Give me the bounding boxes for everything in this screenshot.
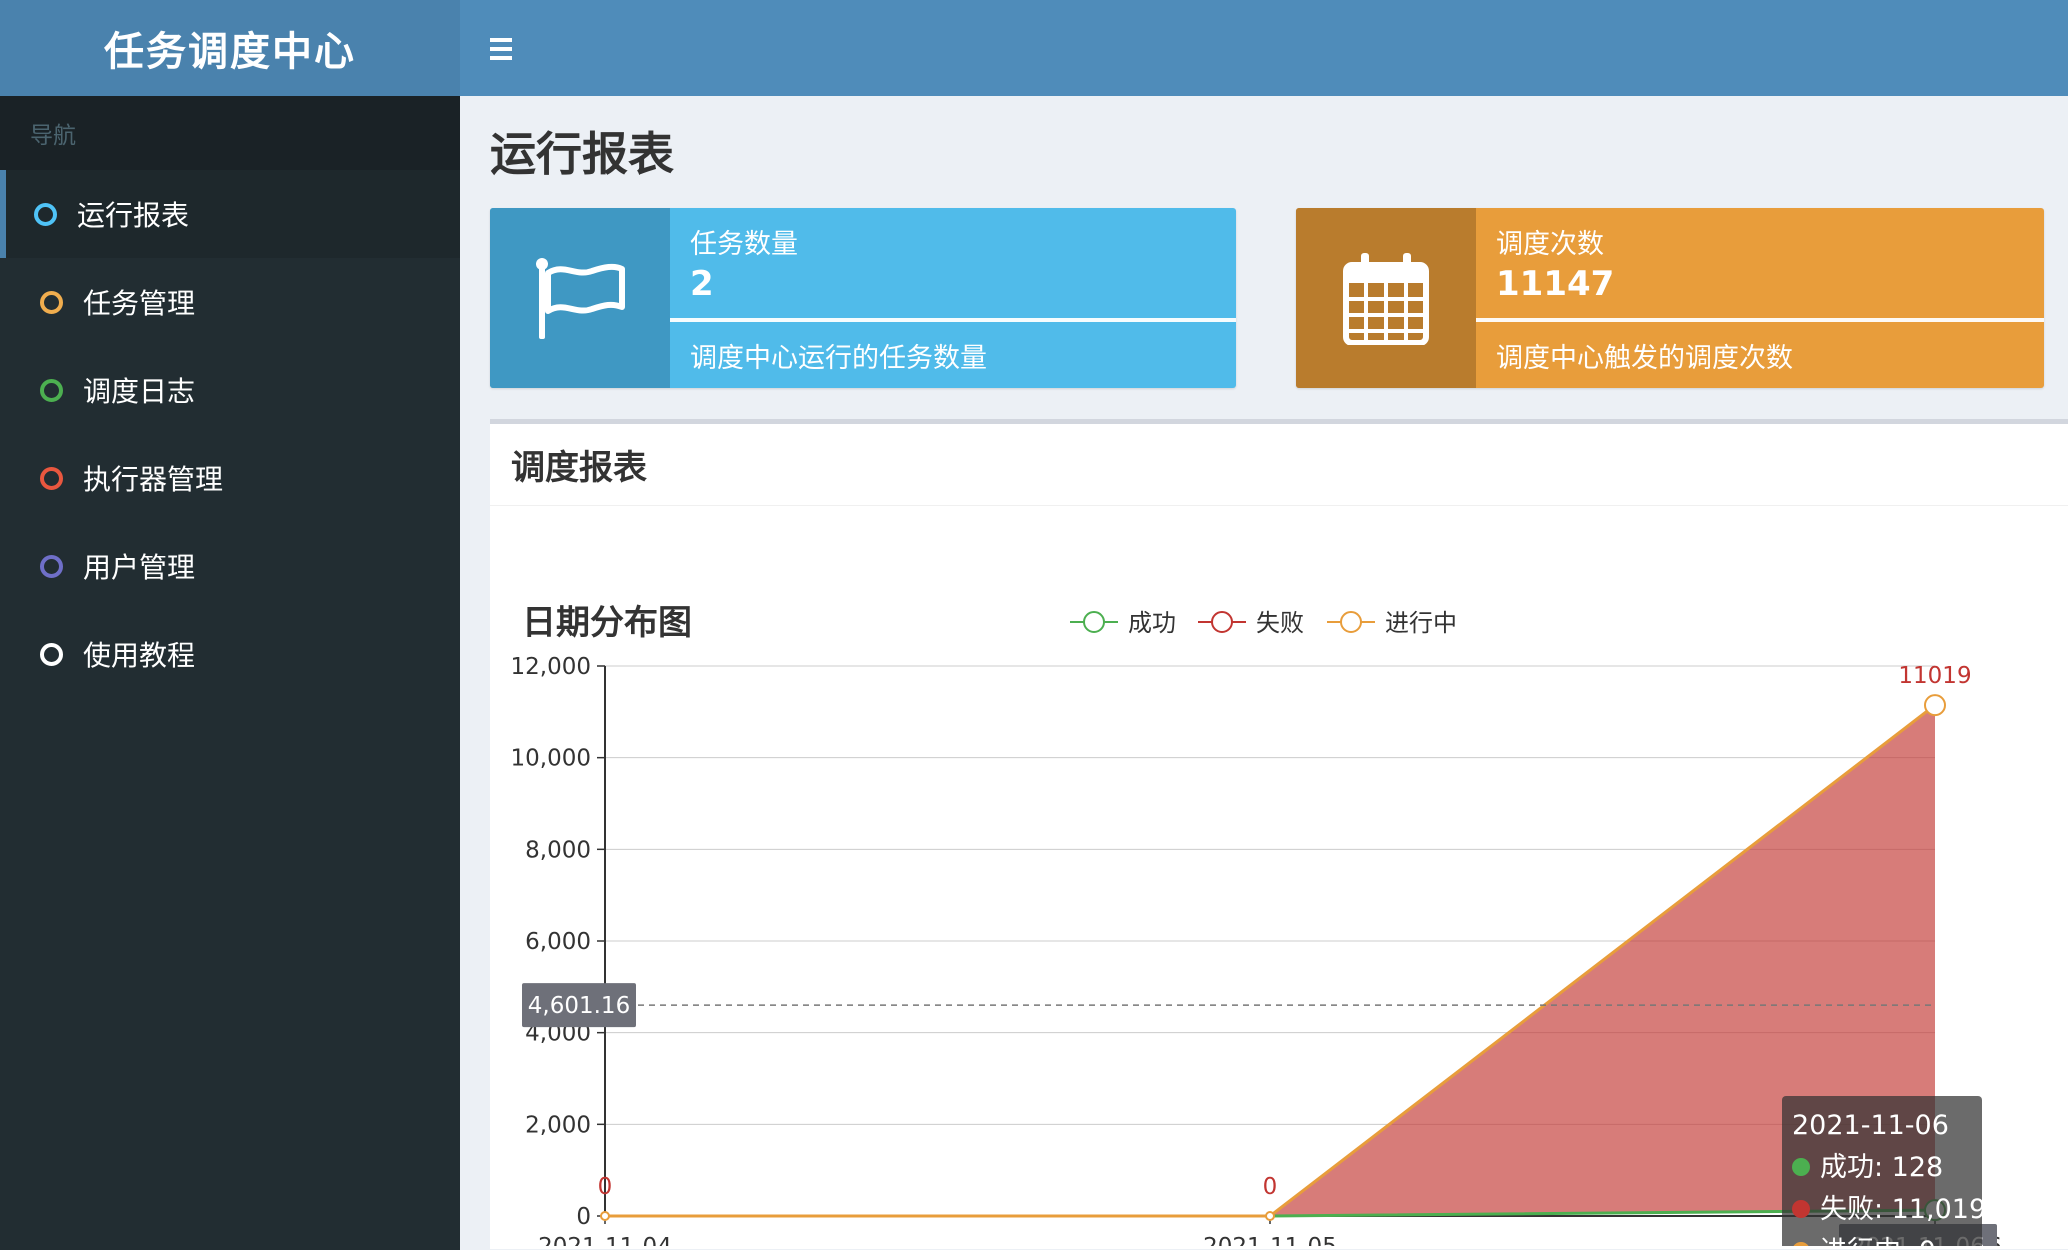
tooltip-row: 失败: 11,019 bbox=[1820, 1194, 1986, 1225]
circle-icon bbox=[40, 378, 63, 402]
sidebar: 任务调度中心 导航 运行报表任务管理调度日志执行器管理用户管理使用教程 bbox=[0, 0, 460, 1250]
legend-label: 进行中 bbox=[1385, 609, 1457, 637]
legend-label: 成功 bbox=[1128, 609, 1176, 637]
sidebar-item[interactable]: 任务管理 bbox=[0, 258, 460, 346]
nav-header: 导航 bbox=[0, 96, 460, 170]
x-tick-label: 2021-11-05 bbox=[1203, 1234, 1337, 1246]
card-value: 2 bbox=[690, 264, 714, 304]
sidebar-item-label: 用户管理 bbox=[83, 551, 196, 584]
sidebar-item[interactable]: 执行器管理 bbox=[0, 434, 460, 522]
axis-pointer-y-label: 4,601.16 bbox=[528, 993, 630, 1019]
sidebar-item-label: 调度日志 bbox=[83, 375, 196, 408]
card-value: 11147 bbox=[1496, 264, 1615, 304]
data-point bbox=[1265, 1211, 1275, 1221]
circle-icon bbox=[40, 554, 63, 578]
y-tick-label: 10,000 bbox=[511, 746, 591, 772]
sidebar-item[interactable]: 调度日志 bbox=[0, 346, 460, 434]
sidebar-item[interactable]: 使用教程 bbox=[0, 610, 460, 698]
sidebar-item[interactable]: 运行报表 bbox=[0, 170, 460, 258]
card-label: 调度次数 bbox=[1496, 229, 1604, 260]
circle-icon bbox=[34, 202, 57, 226]
data-point bbox=[1924, 694, 1946, 717]
tooltip-row: 成功: 128 bbox=[1820, 1152, 1943, 1183]
legend-label: 失败 bbox=[1256, 609, 1304, 637]
progress-bar bbox=[1476, 318, 2044, 322]
y-tick-label: 2,000 bbox=[525, 1112, 591, 1138]
page-title: 运行报表 bbox=[490, 127, 674, 181]
flag-icon bbox=[490, 208, 670, 388]
menu-toggle-icon[interactable] bbox=[490, 28, 532, 70]
panel-title: 调度报表 bbox=[490, 424, 2068, 506]
sidebar-item-label: 使用教程 bbox=[83, 639, 196, 672]
card-label: 任务数量 bbox=[690, 229, 798, 260]
app-logo-title[interactable]: 任务调度中心 bbox=[0, 0, 460, 96]
chart-title: 日期分布图 bbox=[522, 603, 692, 643]
report-panel: 调度报表 日期分布图 成功 失败 进行中 0 2,000 4,000 6,000 8,000 10… bbox=[490, 419, 2068, 1250]
circle-icon bbox=[40, 466, 63, 490]
data-label: 0 bbox=[1263, 1174, 1278, 1200]
topbar bbox=[460, 0, 2068, 96]
tooltip-row: 进行中: 0 bbox=[1820, 1236, 1936, 1246]
tooltip-marker bbox=[1792, 1200, 1810, 1218]
nav-list: 运行报表任务管理调度日志执行器管理用户管理使用教程 bbox=[0, 170, 460, 698]
sidebar-item-label: 运行报表 bbox=[77, 199, 190, 232]
sidebar-item-label: 任务管理 bbox=[83, 287, 196, 320]
legend-item[interactable]: 失败 bbox=[1198, 609, 1304, 637]
tooltip-title: 2021-11-06 bbox=[1792, 1110, 1949, 1141]
main-content: 运行报表 任务数量 2 调度中心运行的任务数量 调度次数 11147 调度中心触… bbox=[460, 96, 2068, 1250]
legend-item[interactable]: 成功 bbox=[1070, 609, 1176, 637]
tooltip-marker bbox=[1792, 1158, 1810, 1176]
progress-bar bbox=[670, 318, 1236, 322]
trigger-count-card: 调度次数 11147 调度中心触发的调度次数 bbox=[1296, 208, 2044, 388]
card-description: 调度中心运行的任务数量 bbox=[690, 343, 987, 374]
legend-item[interactable]: 进行中 bbox=[1327, 609, 1457, 637]
y-tick-label: 0 bbox=[576, 1204, 591, 1230]
card-description: 调度中心触发的调度次数 bbox=[1496, 343, 1793, 374]
data-point bbox=[600, 1211, 610, 1221]
date-distribution-chart[interactable]: 日期分布图 成功 失败 进行中02,0004,0006,0008,00010,0001… bbox=[490, 506, 2068, 1250]
data-label: 0 bbox=[598, 1174, 613, 1200]
circle-icon bbox=[40, 290, 63, 314]
circle-icon bbox=[40, 642, 63, 666]
x-tick-label: 2021-11-04 bbox=[538, 1234, 672, 1246]
y-tick-label: 8,000 bbox=[525, 837, 591, 863]
calendar-icon bbox=[1296, 208, 1476, 388]
data-label: 11019 bbox=[1898, 663, 1971, 689]
sidebar-item-label: 执行器管理 bbox=[83, 463, 224, 496]
task-count-card: 任务数量 2 调度中心运行的任务数量 bbox=[490, 208, 1236, 388]
failure-area bbox=[605, 705, 1935, 1216]
chart-container[interactable]: 日期分布图 成功 失败 进行中 0 2,000 4,000 6,000 8,000 10,000 1… bbox=[490, 506, 2068, 1250]
y-tick-label: 6,000 bbox=[525, 929, 591, 955]
y-tick-label: 12,000 bbox=[511, 654, 591, 680]
sidebar-item[interactable]: 用户管理 bbox=[0, 522, 460, 610]
